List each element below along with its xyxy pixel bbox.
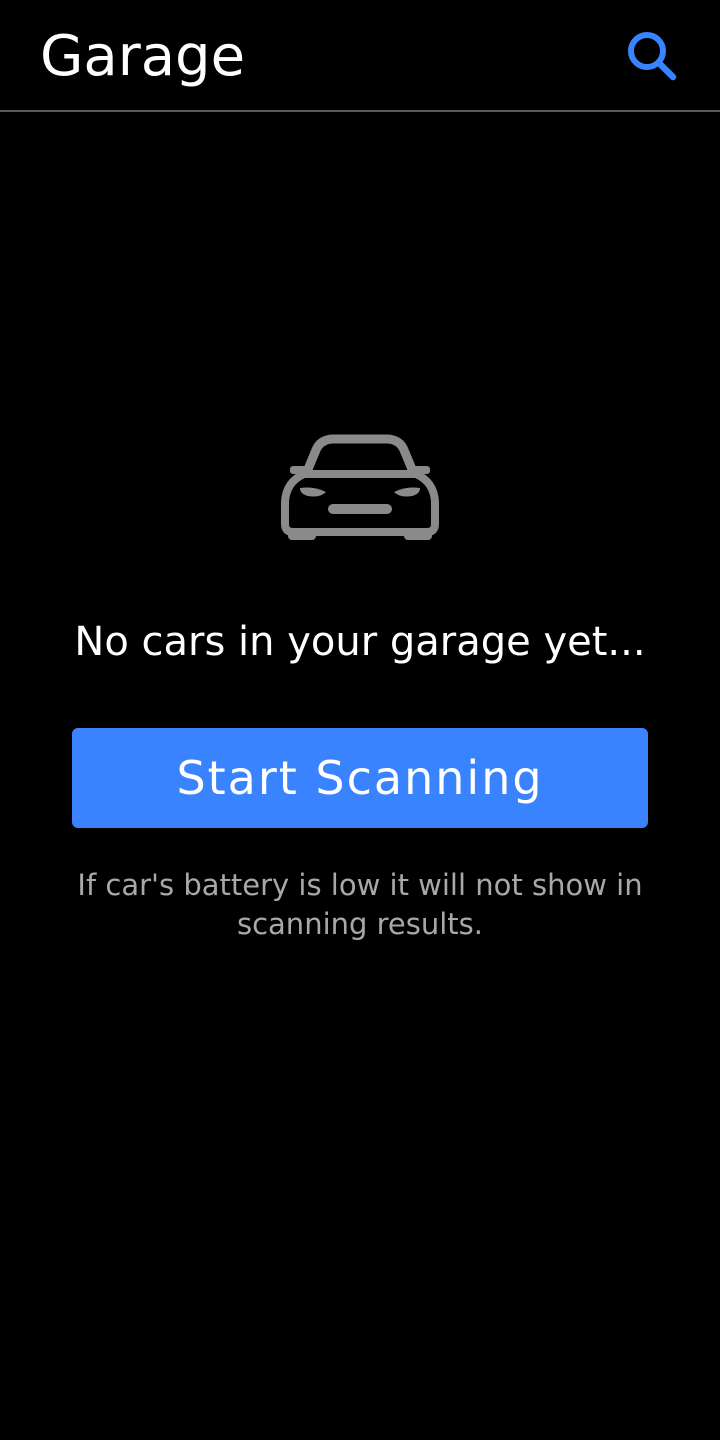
search-button[interactable] xyxy=(620,24,684,88)
search-icon xyxy=(628,32,677,81)
empty-message: No cars in your garage yet... xyxy=(74,619,646,665)
page-title: Garage xyxy=(40,24,246,89)
battery-note: If car's battery is low it will not show… xyxy=(77,868,643,941)
app-bar: Garage xyxy=(0,0,720,112)
car-icon xyxy=(281,434,439,540)
start-scanning-button[interactable]: Start Scanning xyxy=(72,728,648,828)
